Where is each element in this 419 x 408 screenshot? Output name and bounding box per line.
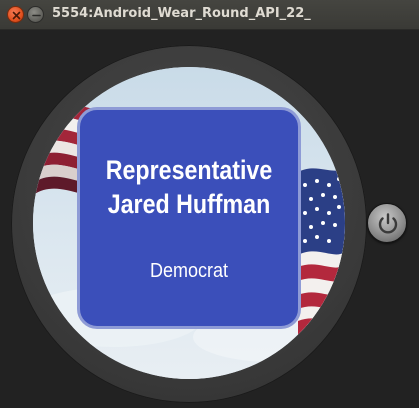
minimize-icon (32, 14, 41, 17)
window-close-button[interactable] (7, 6, 24, 23)
power-button[interactable] (367, 203, 407, 243)
window-minimize-button[interactable] (27, 6, 44, 23)
representative-name: Representative Jared Huffman (95, 153, 282, 221)
card-title-line-2: Jared Huffman (107, 189, 271, 219)
representative-card[interactable]: Representative Jared Huffman Democrat (77, 107, 301, 329)
watch-screen[interactable]: Representative Jared Huffman Democrat (33, 67, 345, 379)
power-icon (378, 213, 398, 234)
party-label: Democrat (149, 260, 229, 282)
card-title-line-1: Representative (105, 155, 273, 185)
window-titlebar[interactable]: 5554:Android_Wear_Round_API_22_ (0, 0, 419, 30)
close-icon (12, 11, 21, 20)
emulator-content: Representative Jared Huffman Democrat (0, 30, 419, 408)
window-title: 5554:Android_Wear_Round_API_22_ (52, 6, 311, 21)
